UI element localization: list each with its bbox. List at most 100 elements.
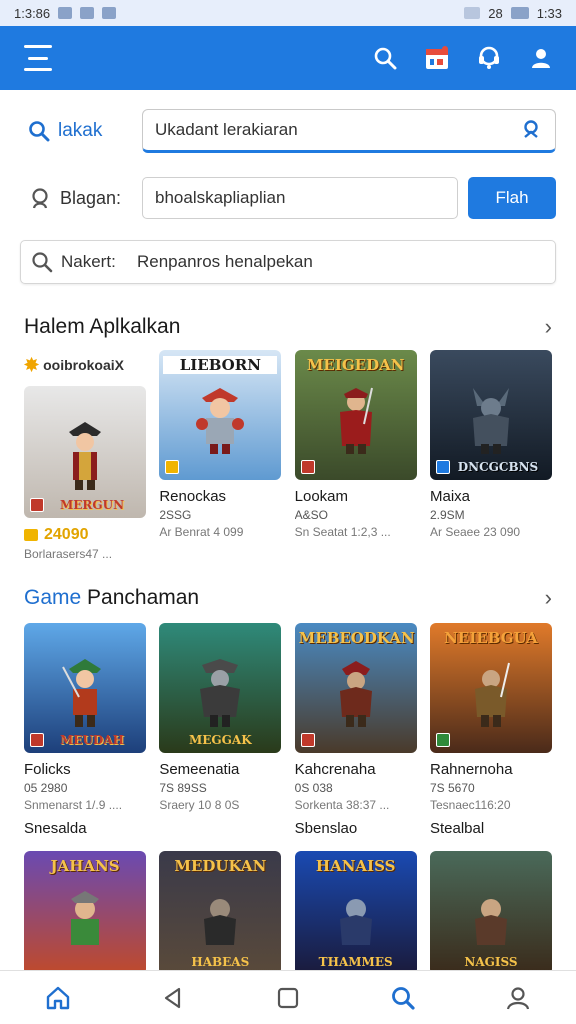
game-name: Rahnernoha bbox=[429, 761, 513, 778]
app-name: Maixa bbox=[429, 488, 470, 505]
game-card[interactable]: NEIEBGUA Rahnernoha 7S 5670 Tesnaec116:2… bbox=[429, 623, 552, 837]
chevron-right-icon[interactable]: › bbox=[545, 585, 552, 611]
game-card[interactable]: JAHANS bbox=[24, 851, 146, 975]
game-character-image bbox=[204, 899, 237, 945]
badge-icon bbox=[165, 460, 180, 474]
app-thumbnail[interactable]: LIEBORN bbox=[159, 350, 282, 480]
app-card[interactable]: ✸ ooibrokoaiX MERGUN 24090 Borlarasers47… bbox=[24, 350, 146, 561]
game-extra: Stealbal bbox=[429, 820, 485, 837]
game-thumbnail[interactable]: MEBEODKAN bbox=[294, 623, 417, 753]
section-header: Game Panchaman › bbox=[24, 583, 552, 613]
chevron-right-icon[interactable]: › bbox=[545, 314, 552, 340]
thumb-title: MERGUN bbox=[59, 498, 125, 512]
game-size: 0S 038 bbox=[294, 781, 333, 795]
game-name: Semeenatia bbox=[159, 761, 240, 778]
app-thumbnail[interactable]: DNCGCBNS bbox=[429, 350, 552, 480]
search-label-tertiary-text: Nakert: bbox=[61, 252, 116, 271]
game-thumbnail[interactable]: HANAISS THAMMES bbox=[294, 851, 417, 975]
app-meta: Ar Benrat 4 099 bbox=[159, 525, 244, 539]
search-icon bbox=[29, 121, 50, 142]
thumb-footer: NAGISS bbox=[464, 955, 518, 969]
game-meta: Sraery 10 8 0S bbox=[159, 798, 240, 812]
thumb-title: MEBEODKAN bbox=[298, 629, 415, 647]
game-thumbnail[interactable]: NEIEBGUA bbox=[429, 623, 552, 753]
game-thumbnail[interactable]: JAHANS bbox=[24, 851, 146, 975]
game-thumbnail[interactable]: MEUDAH bbox=[24, 623, 146, 753]
thumb-title: NEIEBGUA bbox=[444, 629, 538, 647]
badge-icon bbox=[435, 733, 450, 747]
section-title: Game Panchaman bbox=[24, 586, 199, 610]
game-card[interactable]: MEUDAH Folicks 05 2980 Snmenarst 1/.9 ..… bbox=[24, 623, 146, 837]
game-size: 05 2980 bbox=[24, 781, 68, 795]
game-thumbnail[interactable]: NAGISS bbox=[429, 851, 552, 975]
home-icon[interactable] bbox=[38, 978, 78, 1018]
app-card[interactable]: LIEBORN Renockas 2SSG Ar Benrat 4 099 bbox=[159, 350, 282, 561]
game-card[interactable]: NAGISS bbox=[429, 851, 552, 975]
app-thumbnail[interactable]: MERGUN bbox=[24, 386, 146, 518]
search-input-secondary-value: bhoalskapliaplian bbox=[155, 188, 286, 207]
game-card[interactable]: MEBEODKAN Kahcrenaha 0S 038 Sorkenta 38:… bbox=[294, 623, 417, 837]
game-meta: Sorkenta 38:37 ... bbox=[294, 798, 390, 812]
back-icon[interactable] bbox=[153, 978, 193, 1018]
app-card-label-text: ooibrokoaiX bbox=[43, 357, 124, 373]
game-meta: Tesnaec116:20 bbox=[429, 798, 511, 812]
thumb-title: DNCGCBNS bbox=[457, 460, 539, 474]
user-nav-icon[interactable] bbox=[498, 978, 538, 1018]
search-icon bbox=[32, 252, 53, 273]
price-value: 24090 bbox=[44, 526, 89, 543]
search-input-primary[interactable]: Ukadant lerakiaran bbox=[142, 109, 556, 153]
section-featured-apps: Halem Aplkalkan › ✸ ooibrokoaiX MERGUN 2… bbox=[0, 312, 576, 561]
game-character-image bbox=[339, 661, 372, 727]
thumb-footer: HABEAS bbox=[191, 955, 250, 969]
game-extra: Sbenslao bbox=[294, 820, 358, 837]
search-row-tertiary[interactable]: Nakert: Renpanros henalpekan bbox=[20, 240, 556, 284]
game-character-image bbox=[71, 891, 99, 945]
calendar-icon[interactable] bbox=[424, 45, 450, 71]
game-character-image bbox=[472, 388, 509, 454]
search-input-secondary[interactable]: bhoalskapliaplian bbox=[142, 177, 458, 219]
search-block: lakak Ukadant lerakiaran Blagan: bhoalsk… bbox=[0, 108, 576, 284]
game-character-image bbox=[339, 899, 372, 945]
app-thumbnail[interactable]: MEIGEDAN bbox=[294, 350, 417, 480]
profile-icon[interactable] bbox=[528, 45, 554, 71]
status-time-left: 1:3:86 bbox=[14, 5, 51, 21]
game-character-image bbox=[62, 659, 101, 727]
section-game-picks: Game Panchaman › MEUDAH Folicks 05 2980 … bbox=[0, 583, 576, 837]
app-card[interactable]: MEIGEDAN Lookam A&SO Sn Seatat 1:2,3 ... bbox=[294, 350, 417, 561]
app-size: A&SO bbox=[294, 508, 329, 522]
menu-icon[interactable] bbox=[22, 45, 54, 71]
game-thumbnail[interactable]: MEDUKAN HABEAS bbox=[159, 851, 282, 975]
search-input-tertiary-value: Renpanros henalpekan bbox=[137, 252, 313, 271]
game-character-image bbox=[69, 422, 101, 490]
app-size: 2SSG bbox=[159, 508, 192, 522]
thumb-title: JAHANS bbox=[50, 857, 120, 875]
game-thumbnail[interactable]: MEGGAK bbox=[159, 623, 282, 753]
thumb-footer: THAMMES bbox=[318, 955, 393, 969]
app-grid: ✸ ooibrokoaiX MERGUN 24090 Borlarasers47… bbox=[24, 350, 552, 561]
search-nav-icon[interactable] bbox=[383, 978, 423, 1018]
thumb-title: MEDUKAN bbox=[174, 857, 267, 875]
search-submit-button[interactable]: Flah bbox=[468, 177, 556, 219]
game-card[interactable]: MEDUKAN HABEAS bbox=[159, 851, 282, 975]
game-size: 7S 89SS bbox=[159, 781, 207, 795]
app-card[interactable]: DNCGCBNS Maixa 2.9SM Ar Seaee 23 090 bbox=[429, 350, 552, 561]
game-card[interactable]: MEGGAK Semeenatia 7S 89SS Sraery 10 8 0S bbox=[159, 623, 282, 837]
game-extra: Snesalda bbox=[24, 820, 87, 837]
headset-icon[interactable] bbox=[476, 45, 502, 71]
section-header: Halem Aplkalkan › bbox=[24, 312, 552, 342]
recents-icon[interactable] bbox=[268, 978, 308, 1018]
search-icon[interactable] bbox=[372, 45, 398, 71]
app-meta: Sn Seatat 1:2,3 ... bbox=[294, 525, 391, 539]
search-label-primary: lakak bbox=[20, 120, 142, 142]
app-size: 2.9SM bbox=[429, 508, 465, 522]
game-size: 7S 5670 bbox=[429, 781, 475, 795]
app-price: 24090 bbox=[24, 526, 146, 544]
app-bar bbox=[0, 26, 576, 90]
app-name: Lookam bbox=[294, 488, 349, 505]
app-meta: Ar Seaee 23 090 bbox=[429, 525, 521, 539]
search-label-text: lakak bbox=[58, 120, 103, 141]
search-label-secondary-text: Blagan: bbox=[60, 187, 122, 208]
voice-search-icon[interactable] bbox=[521, 119, 543, 141]
app-meta: Borlarasers47 ... bbox=[24, 547, 113, 561]
game-card[interactable]: HANAISS THAMMES bbox=[294, 851, 417, 975]
